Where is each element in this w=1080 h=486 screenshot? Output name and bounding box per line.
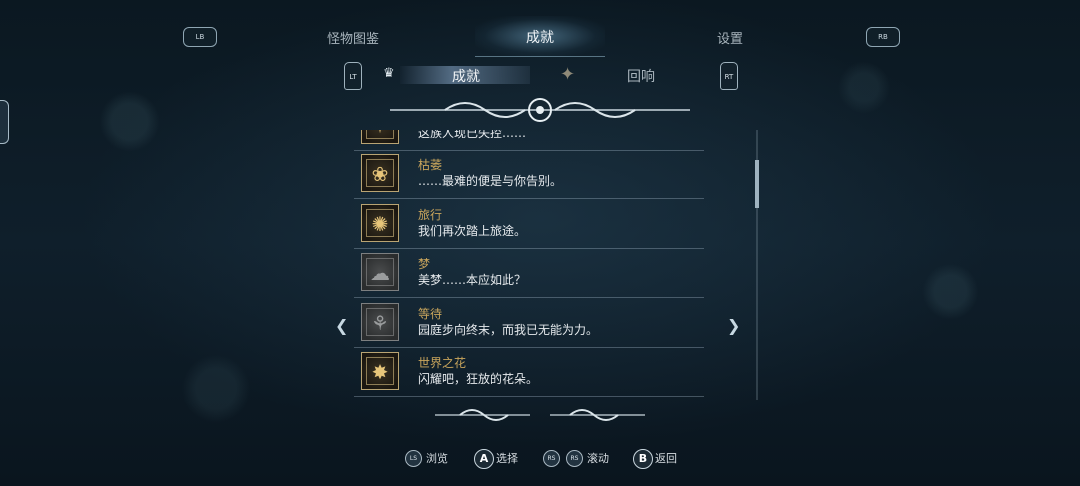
partial-badge-icon: ✶ (361, 130, 399, 144)
dream-icon: ☁ (361, 253, 399, 291)
hint-select: 选择 (496, 452, 518, 465)
lb-button[interactable]: LB (183, 27, 217, 47)
list-item[interactable]: ✺ 旅行 我们再次踏上旅途。 (354, 200, 704, 249)
list-item[interactable]: ✶ 这族人现已失控…… (354, 130, 704, 151)
achievement-title: 等待 (418, 307, 443, 321)
waiting-icon: ⚘ (361, 303, 399, 341)
achievement-desc: ……最难的便是与你告别。 (418, 174, 563, 188)
achievement-list[interactable]: ✶ 这族人现已失控…… ❀ 枯萎 ……最难的便是与你告别。 ✺ 旅行 我们再次踏… (354, 130, 704, 400)
hint-browse: 浏览 (426, 452, 448, 465)
achievement-desc: 这族人现已失控…… (418, 130, 527, 140)
side-panel-tab[interactable] (0, 100, 9, 144)
achievement-desc: 闪耀吧，狂放的花朵。 (418, 372, 539, 386)
list-item[interactable]: ❀ 枯萎 ……最难的便是与你告别。 (354, 150, 704, 199)
hint-scroll: 滚动 (587, 452, 609, 465)
achievement-desc: 美梦……本应如此？ (418, 273, 527, 287)
tab-achievements-label: 成就 (526, 30, 554, 46)
trophy-icon: ♛ (383, 66, 395, 81)
achievement-title: 梦 (418, 257, 431, 271)
scrollbar-thumb[interactable] (755, 160, 759, 208)
tab-settings[interactable]: 设置 (717, 28, 743, 47)
rt-button[interactable]: RT (720, 62, 738, 90)
lt-button[interactable]: LT (344, 62, 362, 90)
tab-bestiary[interactable]: 怪物图鉴 (327, 28, 379, 47)
b-button-icon[interactable]: B (633, 449, 653, 469)
list-item[interactable]: ✸ 世界之花 闪耀吧，狂放的花朵。 (354, 348, 704, 397)
echo-icon: ✦ (560, 64, 576, 85)
journey-icon: ✺ (361, 204, 399, 242)
withered-flower-icon: ❀ (361, 154, 399, 192)
page-left-arrow-icon[interactable]: ❮ (335, 316, 348, 335)
achievement-desc: 我们再次踏上旅途。 (418, 224, 527, 238)
a-button-icon[interactable]: A (474, 449, 494, 469)
ornament-bottom (435, 409, 645, 421)
achievement-title: 旅行 (418, 208, 443, 222)
page-right-arrow-icon[interactable]: ❯ (727, 316, 740, 335)
subtab-achievements[interactable]: 成就 (452, 66, 480, 86)
world-flower-icon: ✸ (361, 352, 399, 390)
tab-achievements[interactable]: 成就 (475, 16, 605, 57)
ls-stick-icon: LS (405, 450, 422, 467)
ornament-top (390, 98, 690, 122)
subtab-echoes[interactable]: 回响 (627, 66, 655, 86)
rs-stick-icon-2: RS (566, 450, 583, 467)
achievement-title: 世界之花 (418, 356, 467, 370)
rs-stick-icon: RS (543, 450, 560, 467)
hint-back: 返回 (655, 452, 677, 465)
list-item[interactable]: ☁ 梦 美梦……本应如此？ (354, 249, 704, 298)
achievement-title: 枯萎 (418, 158, 443, 172)
achievement-desc: 园庭步向终末，而我已无能为力。 (418, 323, 599, 337)
list-item[interactable]: ⚘ 等待 园庭步向终末，而我已无能为力。 (354, 299, 704, 348)
rb-button[interactable]: RB (866, 27, 900, 47)
